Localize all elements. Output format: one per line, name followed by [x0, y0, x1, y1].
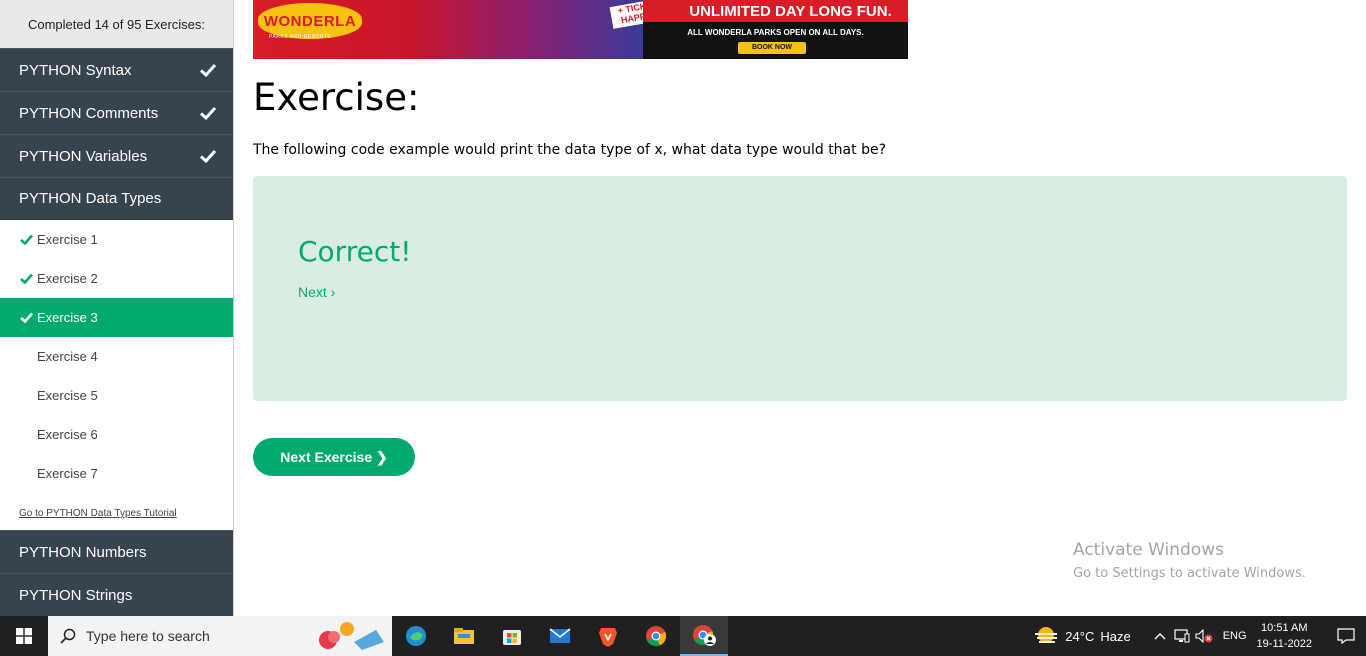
exercise-list: Exercise 1 Exercise 2 Exercise 3 Exercis…: [0, 220, 233, 530]
logo-subtitle: PARKS AND RESORTS: [269, 34, 332, 40]
watermark-subtitle: Go to Settings to activate Windows.: [1073, 566, 1306, 581]
exercise-label: Exercise 7: [37, 466, 98, 481]
windows-taskbar: Type here to search 24°C Haze ENG 10:51 …: [0, 616, 1366, 656]
exercise-item-3[interactable]: Exercise 3: [0, 298, 233, 337]
exercise-item-4[interactable]: Exercise 4: [0, 337, 233, 376]
exercise-label: Exercise 2: [37, 271, 98, 286]
system-tray: 24°C Haze ENG 10:51 AM 19-11-2022: [1033, 616, 1366, 656]
checkmark-icon: [199, 106, 217, 121]
category-label: PYTHON Data Types: [19, 190, 162, 207]
category-label: PYTHON Comments: [19, 104, 159, 122]
checkmark-icon: [199, 63, 217, 78]
clock-date: 19-11-2022: [1256, 638, 1312, 650]
clock[interactable]: 10:51 AM 19-11-2022: [1257, 620, 1312, 652]
notification-icon: [1337, 628, 1355, 644]
start-button[interactable]: [0, 616, 48, 656]
category-python-numbers[interactable]: PYTHON Numbers: [0, 530, 233, 573]
activate-windows-watermark: Activate Windows Go to Settings to activ…: [1073, 540, 1306, 581]
checkmark-icon: [199, 149, 217, 164]
exercise-label: Exercise 6: [37, 427, 98, 442]
category-python-syntax[interactable]: PYTHON Syntax: [0, 48, 233, 91]
file-explorer-icon[interactable]: [440, 616, 488, 656]
store-icon[interactable]: [488, 616, 536, 656]
category-python-variables[interactable]: PYTHON Variables: [0, 134, 233, 177]
exercise-label: Exercise 5: [37, 388, 98, 403]
taskbar-search-box[interactable]: Type here to search: [48, 616, 392, 656]
haze-weather-icon: [1035, 627, 1058, 643]
checkmark-icon: [20, 273, 33, 284]
result-panel: Correct! Next ›: [253, 176, 1347, 401]
exercise-item-1[interactable]: Exercise 1: [0, 220, 233, 259]
weather-widget[interactable]: 24°C Haze: [1033, 625, 1131, 647]
exercise-sidebar: Completed 14 of 95 Exercises: PYTHON Syn…: [0, 0, 234, 616]
ad-headline: UNLIMITED DAY LONG FUN.: [643, 0, 908, 22]
tutorial-link[interactable]: Go to PYTHON Data Types Tutorial: [0, 493, 233, 530]
category-label: PYTHON Numbers: [19, 543, 147, 561]
search-placeholder: Type here to search: [86, 628, 210, 644]
chrome-profile-icon[interactable]: [680, 616, 728, 656]
exercise-label: Exercise 1: [37, 232, 98, 247]
checkmark-icon: [20, 312, 33, 323]
ad-text-panel: UNLIMITED DAY LONG FUN. ALL WONDERLA PAR…: [643, 0, 908, 59]
next-link[interactable]: Next ›: [298, 284, 335, 300]
weather-desc: Haze: [1100, 628, 1131, 644]
progress-text: Completed 14 of 95 Exercises:: [0, 0, 233, 48]
chevron-up-icon[interactable]: [1149, 616, 1171, 656]
category-python-strings[interactable]: PYTHON Strings: [0, 573, 233, 616]
next-exercise-button[interactable]: Next Exercise ❯: [253, 438, 415, 476]
book-now-button[interactable]: BOOK NOW: [738, 42, 806, 54]
page-title: Exercise:: [253, 76, 420, 119]
ad-subline: ALL WONDERLA PARKS OPEN ON ALL DAYS.: [687, 28, 864, 37]
category-python-data-types[interactable]: PYTHON Data Types: [0, 177, 233, 220]
exercise-item-5[interactable]: Exercise 5: [0, 376, 233, 415]
chrome-icon[interactable]: [632, 616, 680, 656]
ad-image: WONDERLA PARKS AND RESORTS + TICKET TO H…: [253, 0, 683, 59]
correct-message: Correct!: [298, 235, 412, 268]
category-python-comments[interactable]: PYTHON Comments: [0, 91, 233, 134]
language-indicator[interactable]: ENG: [1223, 630, 1247, 642]
watermark-title: Activate Windows: [1073, 540, 1224, 560]
exercise-label: Exercise 3: [37, 310, 98, 325]
exercise-label: Exercise 4: [37, 349, 98, 364]
question-text: The following code example would print t…: [253, 142, 887, 158]
windows-logo-icon: [16, 628, 32, 644]
clock-time: 10:51 AM: [1261, 622, 1308, 634]
exercise-item-7[interactable]: Exercise 7: [0, 454, 233, 493]
speaker-muted-icon[interactable]: [1193, 616, 1215, 656]
edge-icon[interactable]: [392, 616, 440, 656]
exercise-item-6[interactable]: Exercise 6: [0, 415, 233, 454]
category-label: PYTHON Syntax: [19, 61, 132, 79]
search-highlight-icon: [319, 622, 384, 650]
network-icon[interactable]: [1171, 616, 1193, 656]
weather-temp: 24°C: [1065, 628, 1095, 644]
checkmark-icon: [20, 234, 33, 245]
ad-banner[interactable]: WONDERLA PARKS AND RESORTS + TICKET TO H…: [253, 0, 908, 59]
brave-icon[interactable]: [584, 616, 632, 656]
notifications-button[interactable]: [1326, 616, 1366, 656]
category-label: PYTHON Variables: [19, 147, 148, 165]
search-icon: [60, 628, 76, 644]
mail-icon[interactable]: [536, 616, 584, 656]
app-window: Completed 14 of 95 Exercises: PYTHON Syn…: [0, 0, 1366, 656]
category-label: PYTHON Strings: [19, 586, 133, 604]
exercise-item-2[interactable]: Exercise 2: [0, 259, 233, 298]
